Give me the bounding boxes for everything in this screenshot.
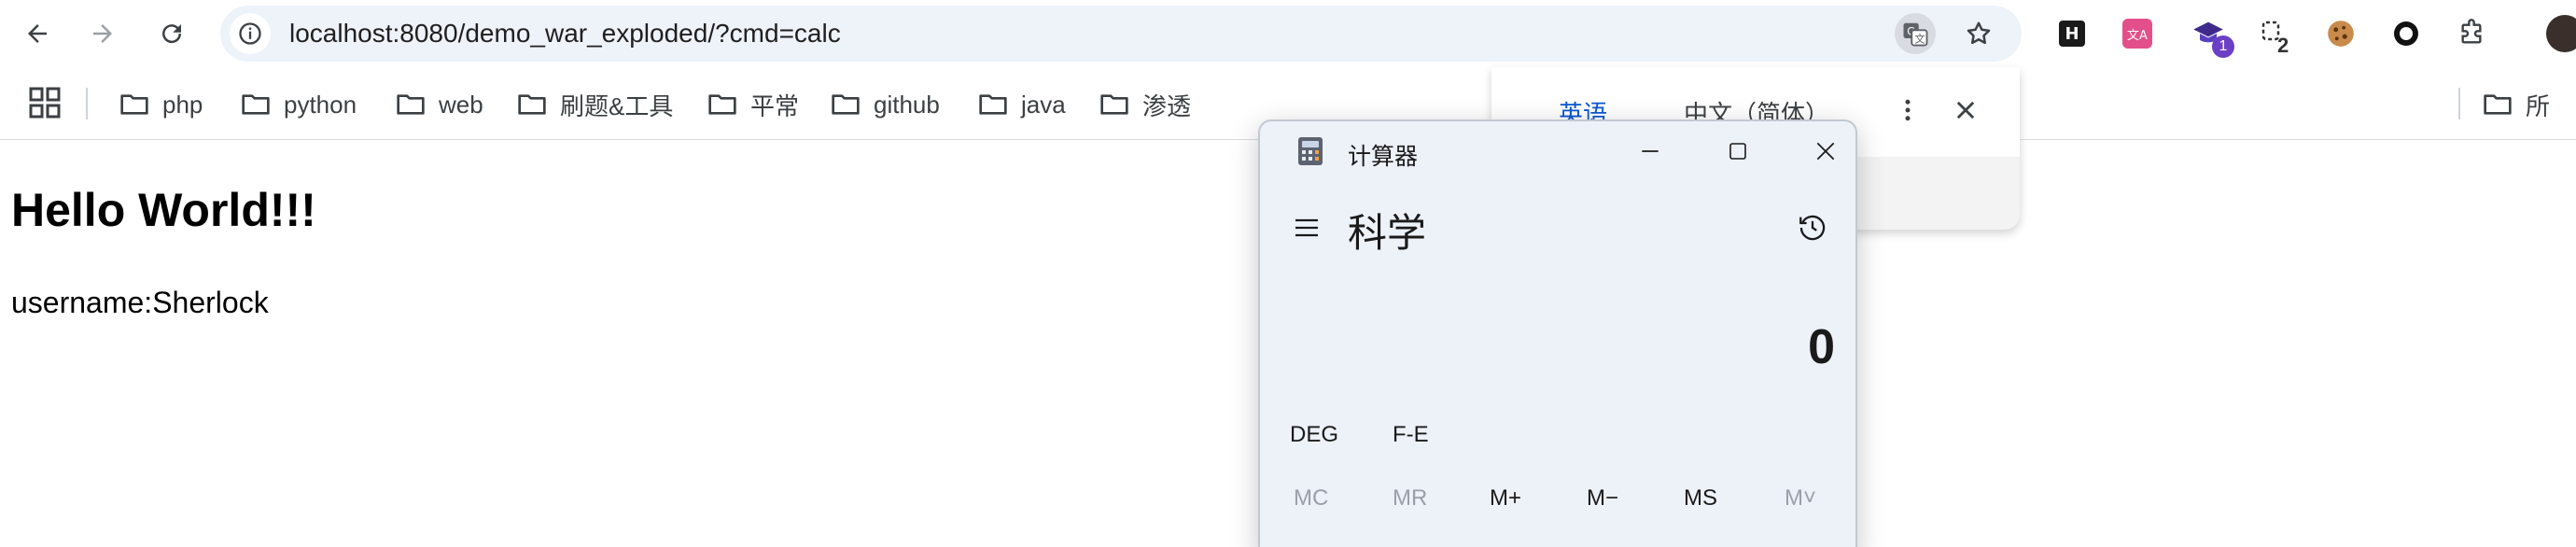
calculator-window: 计算器 科学 0 DEG F-E MC MR M+ M− MS M˅: [1258, 119, 1857, 547]
bookmark-folder-python[interactable]: python: [241, 86, 357, 123]
folder-icon: [518, 94, 546, 115]
translate-more-button[interactable]: [1887, 90, 1928, 131]
folder-icon: [397, 94, 425, 115]
bookmark-label: web: [439, 90, 483, 119]
memory-list-button[interactable]: M˅: [1785, 485, 1816, 512]
avatar-image: [2546, 15, 2576, 52]
navigation-menu-button[interactable]: [1288, 209, 1325, 246]
extension-h-label: H: [2059, 21, 2085, 47]
cookie-icon: [2328, 21, 2354, 47]
bookmark-folder-php[interactable]: php: [119, 86, 203, 123]
history-icon: [1799, 215, 1826, 241]
extension-graduation-icon[interactable]: 1: [2188, 13, 2234, 58]
extension-badge-count: 1: [2212, 35, 2234, 58]
folder-icon: [2484, 94, 2512, 115]
folder-icon: [979, 94, 1007, 115]
minimize-icon: [1642, 150, 1659, 152]
apps-grid-icon[interactable]: [28, 86, 62, 119]
address-bar[interactable]: localhost:8080/demo_war_exploded/?cmd=ca…: [220, 6, 2022, 62]
extension-script-icon[interactable]: 2: [2253, 13, 2294, 57]
more-vertical-icon: [1905, 99, 1911, 121]
memory-store-button[interactable]: MS: [1684, 485, 1717, 512]
minimize-button[interactable]: [1628, 131, 1673, 172]
bookmark-label: python: [284, 90, 357, 119]
page-heading: Hello World!!!: [11, 184, 316, 236]
memory-add-button[interactable]: M+: [1490, 485, 1521, 512]
calculator-app-icon: [1298, 137, 1323, 165]
bookmark-folder-java[interactable]: java: [978, 86, 1066, 123]
maximize-icon: [1729, 143, 1746, 160]
bookmark-folder-tools[interactable]: 刷题&工具: [517, 86, 673, 123]
translate-page-button[interactable]: G文: [1895, 13, 1936, 54]
calculator-mode-title: 科学: [1348, 211, 1427, 255]
browser-toolbar: localhost:8080/demo_war_exploded/?cmd=ca…: [0, 0, 2576, 67]
calculator-app-title: 计算器: [1348, 144, 1419, 170]
bookmark-folder-daily[interactable]: 平常: [707, 86, 799, 123]
reload-icon: [162, 24, 182, 44]
extension-h-icon[interactable]: H: [2051, 13, 2093, 54]
svg-text:文: 文: [1914, 32, 1925, 45]
info-icon: [239, 22, 261, 45]
arrow-right-icon: [93, 24, 112, 43]
star-icon: [1967, 21, 1991, 45]
arrow-left-icon: [28, 24, 47, 43]
username-text: username:Sherlock: [11, 286, 269, 319]
bookmark-label: github: [874, 90, 940, 119]
folder-icon: [120, 94, 148, 115]
bookmark-folder-github[interactable]: github: [831, 86, 940, 123]
cookie-extension-icon[interactable]: [2320, 13, 2361, 54]
folder-icon: [1100, 94, 1128, 115]
extensions-menu-button[interactable]: [2451, 13, 2492, 54]
site-info-button[interactable]: [230, 13, 271, 54]
close-window-button[interactable]: [1803, 131, 1848, 172]
bookmark-folder-all[interactable]: 所: [2483, 86, 2550, 123]
bookmark-label: 渗透: [1142, 91, 1192, 120]
bookmarks-divider: [86, 88, 88, 119]
translate-icon: G文: [1903, 22, 1928, 47]
screen: localhost:8080/demo_war_exploded/?cmd=ca…: [0, 0, 2576, 547]
reload-button[interactable]: [149, 11, 194, 56]
extension-badge-count-2: 2: [2277, 34, 2289, 57]
history-button[interactable]: [1792, 207, 1833, 248]
bookmark-label: java: [1021, 90, 1066, 119]
folder-icon: [242, 94, 270, 115]
calculator-display: 0: [1808, 320, 1835, 374]
close-icon: [1956, 101, 1975, 119]
profile-avatar[interactable]: [2544, 13, 2576, 54]
bookmark-label: 平常: [750, 91, 800, 120]
circle-extension-icon[interactable]: [2386, 13, 2427, 54]
close-icon: [1816, 142, 1835, 161]
extension-translate-label: 文A: [2122, 19, 2152, 49]
angle-unit-button[interactable]: DEG: [1290, 422, 1338, 448]
maximize-button[interactable]: [1715, 131, 1760, 172]
memory-clear-button[interactable]: MC: [1294, 485, 1328, 512]
hamburger-menu-icon: [1295, 218, 1318, 237]
puzzle-icon: [2461, 19, 2482, 44]
bookmarks-divider-right: [2458, 88, 2460, 119]
bookmark-label: 所: [2526, 91, 2551, 120]
bookmark-label: 刷题&工具: [560, 91, 674, 120]
bookmark-label: php: [162, 90, 203, 119]
memory-subtract-button[interactable]: M−: [1587, 485, 1618, 512]
folder-icon: [832, 94, 860, 115]
bookmark-star-button[interactable]: [1958, 13, 1999, 54]
translate-close-button[interactable]: [1945, 90, 1986, 131]
fixed-exponent-button[interactable]: F-E: [1393, 422, 1429, 448]
calculator-titlebar[interactable]: 计算器: [1260, 121, 1855, 181]
bookmark-folder-pentest[interactable]: 渗透: [1099, 86, 1191, 123]
folder-icon: [708, 94, 736, 115]
back-button[interactable]: [15, 11, 60, 56]
forward-button[interactable]: [80, 11, 125, 56]
extension-translate-icon[interactable]: 文A: [2117, 13, 2158, 54]
bookmark-folder-web[interactable]: web: [396, 86, 483, 123]
ring-icon: [2394, 21, 2418, 46]
memory-recall-button[interactable]: MR: [1393, 485, 1427, 512]
url-text[interactable]: localhost:8080/demo_war_exploded/?cmd=ca…: [289, 19, 841, 49]
